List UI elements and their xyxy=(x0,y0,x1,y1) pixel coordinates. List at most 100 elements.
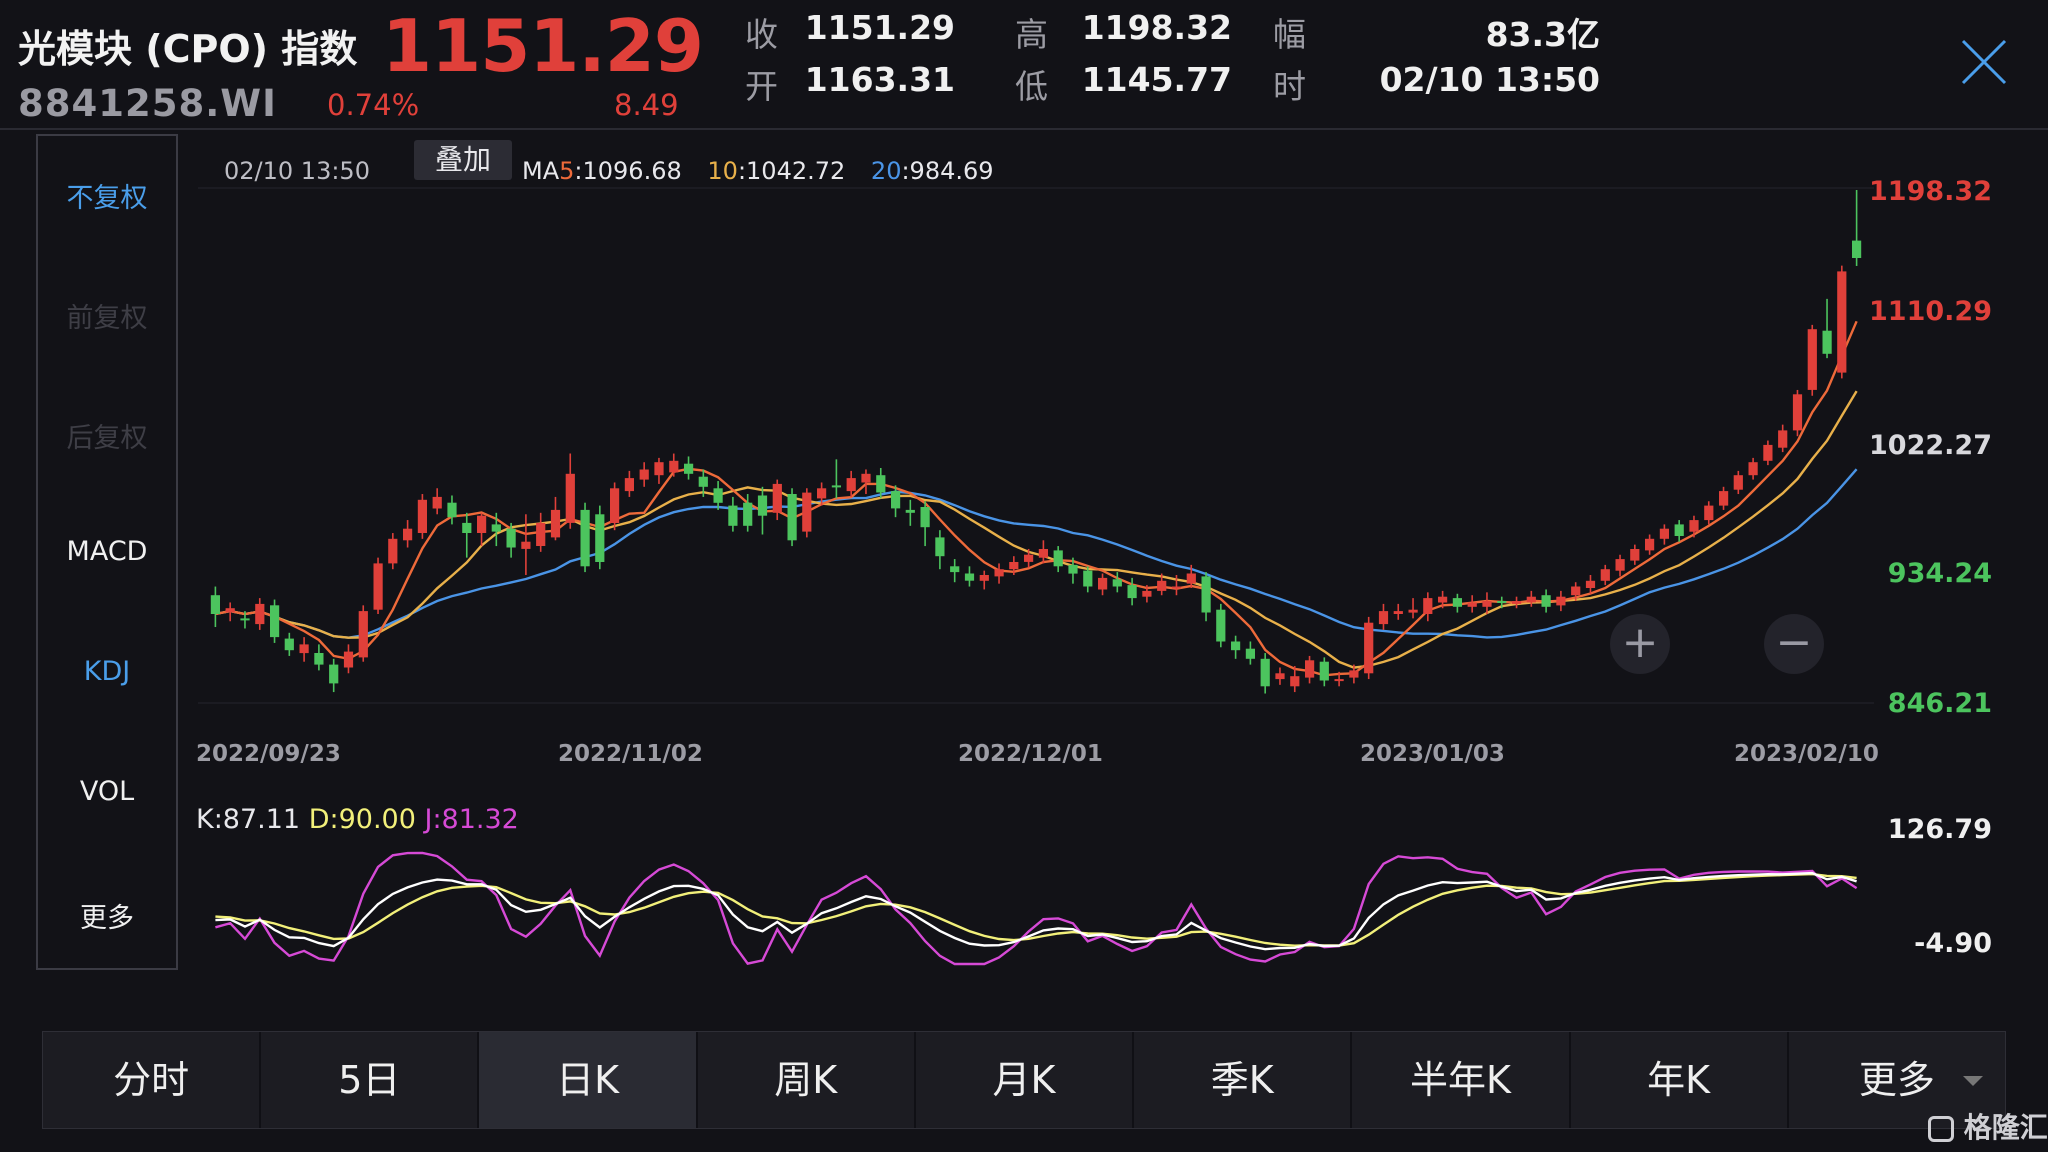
candle-body xyxy=(1201,576,1211,613)
option-backward-adjust[interactable]: 后复权 xyxy=(38,416,176,455)
overlay-button[interactable]: 叠加 xyxy=(414,140,512,180)
y-tick-label: 1022.27 xyxy=(1869,430,1992,461)
candle-body xyxy=(994,569,1004,577)
candle-body xyxy=(1009,562,1019,570)
candle-body xyxy=(1497,601,1507,603)
tab-yearly-k[interactable]: 年K xyxy=(1571,1032,1789,1128)
period-tab-bar: 分时 5日 日K 周K 月K 季K 半年K 年K 更多 xyxy=(42,1031,2006,1129)
close-value: 1151.29 xyxy=(804,8,955,47)
x-tick-label: 2022/12/01 xyxy=(958,741,1103,767)
ma5-line xyxy=(215,320,1858,677)
open-label: 开 xyxy=(745,67,778,106)
candle-body xyxy=(1305,660,1315,678)
indicator-macd[interactable]: MACD xyxy=(38,536,176,567)
candle-body xyxy=(713,488,723,503)
change-percent: 0.74% xyxy=(327,88,420,122)
candle-body xyxy=(1512,601,1522,604)
current-price: 1151.29 xyxy=(382,4,704,88)
candle-body xyxy=(802,492,812,532)
candle-body xyxy=(314,653,324,665)
candle-body xyxy=(1053,550,1063,567)
candle-body xyxy=(639,469,649,480)
kdj-chart[interactable] xyxy=(198,840,1874,970)
candle-body xyxy=(1630,549,1640,561)
candle-body xyxy=(491,524,501,532)
candle-body xyxy=(1098,577,1108,590)
low-label: 低 xyxy=(1015,67,1048,106)
candle-body xyxy=(1127,585,1137,599)
cursor-time: 02/10 13:50 xyxy=(224,157,370,185)
zoom-in-button[interactable]: + xyxy=(1610,614,1670,674)
candle-body xyxy=(447,502,457,518)
tab-daily-k[interactable]: 日K xyxy=(479,1032,698,1128)
ma10-line xyxy=(215,390,1858,669)
candle-body xyxy=(580,509,590,567)
candle-body xyxy=(950,566,960,573)
candle-body xyxy=(521,541,531,549)
time-value: 02/10 13:50 xyxy=(1379,60,1600,99)
candle-body xyxy=(403,528,413,541)
candle-body xyxy=(1319,661,1329,681)
candle-body xyxy=(684,463,694,474)
amplitude-value: 83.3亿 xyxy=(1485,15,1600,54)
candle-body xyxy=(329,664,339,684)
candle-body xyxy=(1467,602,1477,607)
candle-body xyxy=(284,638,294,651)
tab-monthly-k[interactable]: 月K xyxy=(916,1032,1135,1128)
candle-body xyxy=(861,473,871,483)
x-tick-label: 2022/09/23 xyxy=(196,741,341,767)
candle-body xyxy=(1186,573,1196,584)
kdj-j-line xyxy=(215,851,1858,966)
candle-body xyxy=(1704,505,1714,521)
y-tick-label: 846.21 xyxy=(1887,688,1992,719)
tab-more-label: 更多 xyxy=(1858,1058,1935,1102)
tab-halfyear-k[interactable]: 半年K xyxy=(1352,1032,1571,1128)
zoom-out-button[interactable]: − xyxy=(1764,614,1824,674)
option-no-adjust[interactable]: 不复权 xyxy=(38,176,176,215)
candle-body xyxy=(772,483,782,513)
candle-body xyxy=(1541,595,1551,607)
candle-body xyxy=(565,473,575,523)
change-value: 8.49 xyxy=(614,88,679,122)
index-code: 8841258.WI xyxy=(18,82,277,125)
y-tick-label: 934.24 xyxy=(1887,558,1992,589)
tab-weekly-k[interactable]: 周K xyxy=(698,1032,916,1128)
candle-body xyxy=(388,538,398,564)
indicator-vol[interactable]: VOL xyxy=(38,776,176,807)
candle-body xyxy=(1659,528,1669,539)
candle-body xyxy=(477,515,487,533)
tab-intraday[interactable]: 分时 xyxy=(43,1032,262,1128)
candle-body xyxy=(979,575,989,581)
candle-body xyxy=(1408,609,1418,613)
candle-body xyxy=(373,563,383,610)
kdj-k-value: K:87.11 xyxy=(196,804,301,835)
x-tick-label: 2022/11/02 xyxy=(558,741,703,767)
candle-body xyxy=(255,603,265,625)
candle-body xyxy=(669,460,679,473)
close-button[interactable] xyxy=(1958,36,2010,88)
candle-body xyxy=(610,488,620,523)
kdj-j-value: J:81.32 xyxy=(424,804,519,835)
indicator-more[interactable]: 更多 xyxy=(38,896,176,935)
tab-quarterly-k[interactable]: 季K xyxy=(1134,1032,1353,1128)
candle-body xyxy=(1852,240,1862,258)
ma20-label: 20 xyxy=(870,157,902,185)
ma5-label: 5 xyxy=(559,157,575,185)
candle-body xyxy=(831,485,841,488)
indicator-kdj[interactable]: KDJ xyxy=(38,656,176,687)
ma20-value: :984.69 xyxy=(901,157,994,185)
candle-body xyxy=(506,528,516,548)
candle-body xyxy=(1024,554,1034,562)
candle-body xyxy=(1571,586,1581,596)
candle-body xyxy=(1600,569,1610,581)
candle-body xyxy=(1452,598,1462,607)
low-value: 1145.77 xyxy=(1081,60,1232,99)
tab-5day[interactable]: 5日 xyxy=(261,1032,480,1128)
header-divider xyxy=(0,128,2048,130)
candle-body xyxy=(417,499,427,533)
logo-icon xyxy=(1928,1116,1954,1142)
option-forward-adjust[interactable]: 前复权 xyxy=(38,296,176,335)
candle-body xyxy=(1216,609,1226,642)
high-label: 高 xyxy=(1015,15,1048,54)
x-tick-label: 2023/01/03 xyxy=(1360,741,1505,767)
